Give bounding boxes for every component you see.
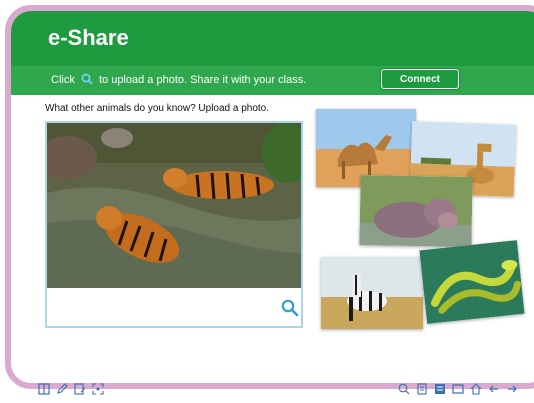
list-icon[interactable] bbox=[434, 382, 446, 400]
bottom-toolbar bbox=[0, 372, 534, 403]
connect-button[interactable]: Connect bbox=[381, 69, 459, 89]
home-icon[interactable] bbox=[470, 382, 482, 400]
zebra-photo bbox=[321, 257, 423, 329]
snake-photo bbox=[419, 240, 525, 324]
upload-box[interactable] bbox=[45, 121, 303, 328]
page-icon[interactable] bbox=[416, 382, 428, 400]
window-icon[interactable] bbox=[452, 382, 464, 400]
app-frame: e-Share Click to upload a photo. Share i… bbox=[5, 5, 534, 389]
hippo-photo bbox=[359, 175, 473, 247]
tigers-photo bbox=[47, 123, 301, 288]
app-title: e-Share bbox=[48, 25, 129, 50]
upload-search-icon[interactable] bbox=[281, 299, 299, 322]
upload-prompt: What other animals do you know? Upload a… bbox=[45, 103, 270, 114]
forward-arrow-icon[interactable] bbox=[506, 382, 518, 400]
back-arrow-icon[interactable] bbox=[488, 382, 500, 400]
search-icon bbox=[81, 73, 93, 88]
edit-icon[interactable] bbox=[74, 382, 86, 400]
instruction-bar: Click to upload a photo. Share it with y… bbox=[11, 66, 534, 95]
app-header: e-Share bbox=[11, 11, 534, 66]
zoom-icon[interactable] bbox=[398, 382, 410, 400]
book-icon[interactable] bbox=[38, 382, 50, 400]
instruction-text: Click to upload a photo. Share it with y… bbox=[51, 73, 306, 88]
screen-icon[interactable] bbox=[92, 382, 104, 400]
instruction-before: Click bbox=[51, 74, 75, 86]
instruction-after: to upload a photo. Share it with your cl… bbox=[98, 74, 307, 86]
pen-icon[interactable] bbox=[56, 382, 68, 400]
